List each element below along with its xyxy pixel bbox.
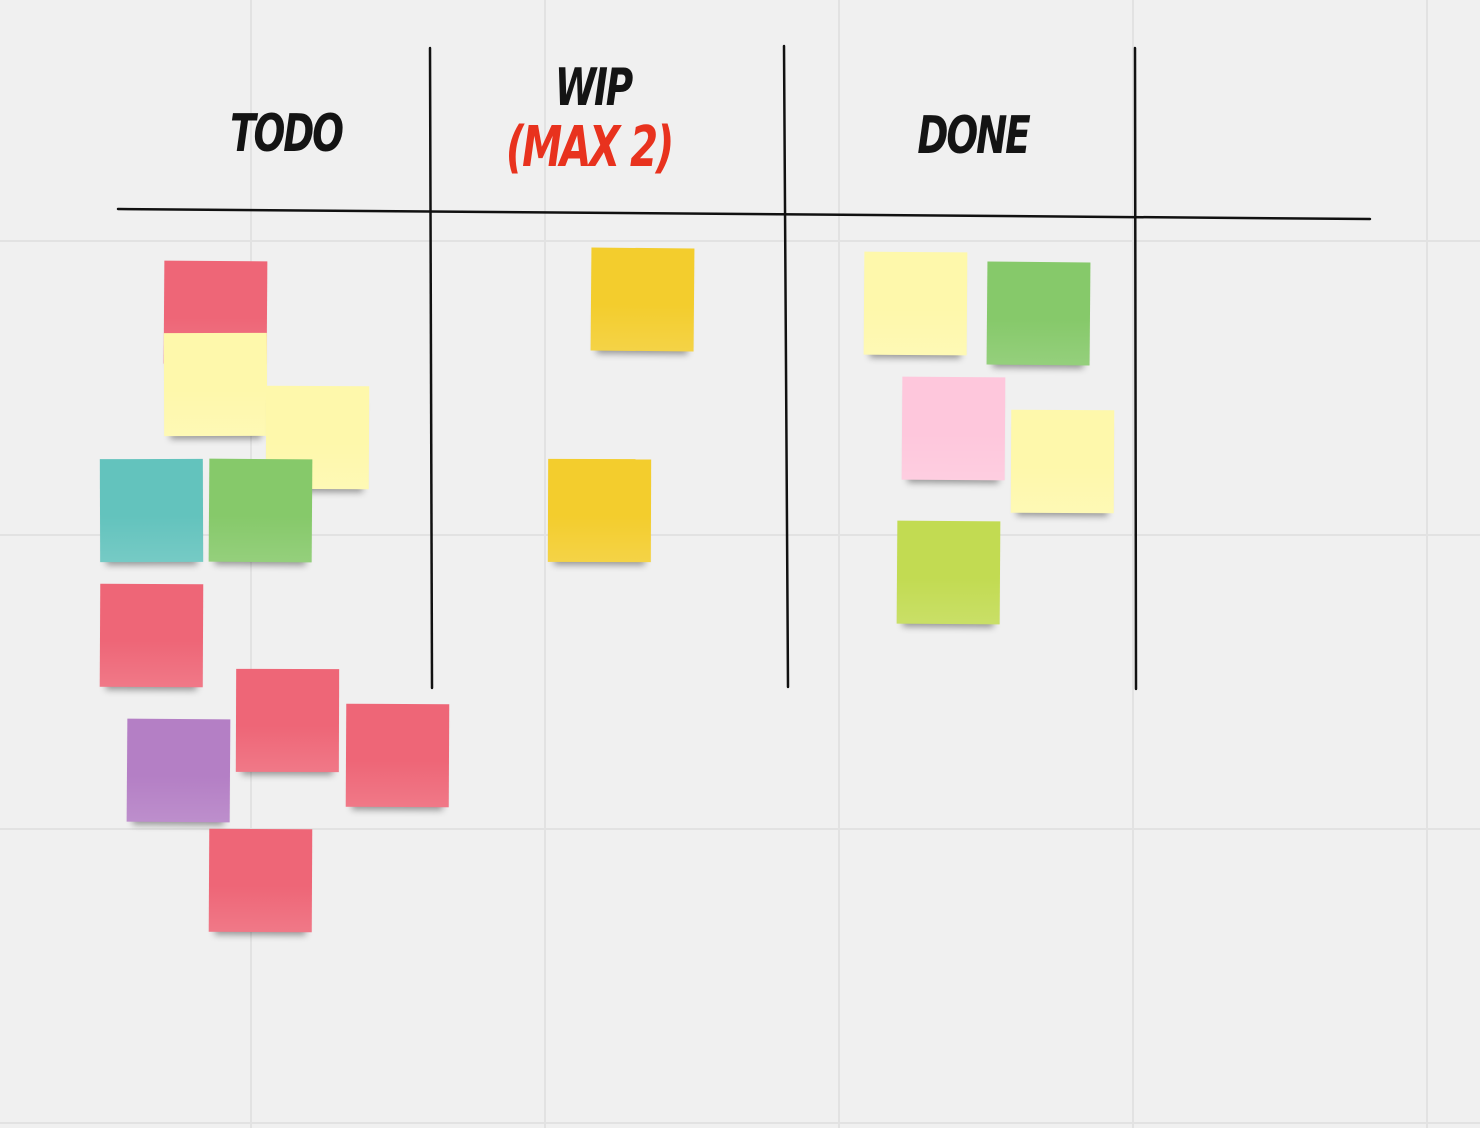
sticky-note-done[interactable]	[1010, 409, 1115, 514]
column-divider-done-right	[1133, 46, 1138, 691]
sticky-note-done[interactable]	[896, 520, 1001, 625]
wip-limit-label: (MAX 2)	[505, 115, 674, 180]
sticky-note-todo[interactable]	[163, 332, 268, 437]
sticky-note-done[interactable]	[986, 261, 1091, 366]
sticky-note-todo[interactable]	[208, 458, 313, 563]
column-divider-wip-done	[782, 44, 790, 689]
sticky-note-todo[interactable]	[345, 703, 450, 808]
sticky-note-wip[interactable]	[590, 247, 695, 352]
kanban-whiteboard[interactable]: TODO WIP (MAX 2) DONE	[0, 0, 1480, 1128]
sticky-note-todo[interactable]	[126, 718, 231, 823]
header-divider-line	[116, 207, 1372, 221]
sticky-note-done[interactable]	[901, 376, 1006, 481]
column-heading-done: DONE	[917, 106, 1030, 166]
sticky-note-todo[interactable]	[99, 583, 204, 688]
sticky-note-todo[interactable]	[235, 668, 340, 773]
column-divider-todo-wip	[428, 46, 434, 690]
column-heading-wip: WIP	[554, 58, 633, 118]
sticky-note-wip[interactable]	[547, 458, 652, 563]
sticky-note-todo[interactable]	[99, 458, 204, 563]
sticky-note-todo[interactable]	[208, 828, 313, 933]
column-heading-todo: TODO	[230, 104, 344, 164]
sticky-note-done[interactable]	[863, 251, 968, 356]
board-lines	[116, 44, 1372, 691]
